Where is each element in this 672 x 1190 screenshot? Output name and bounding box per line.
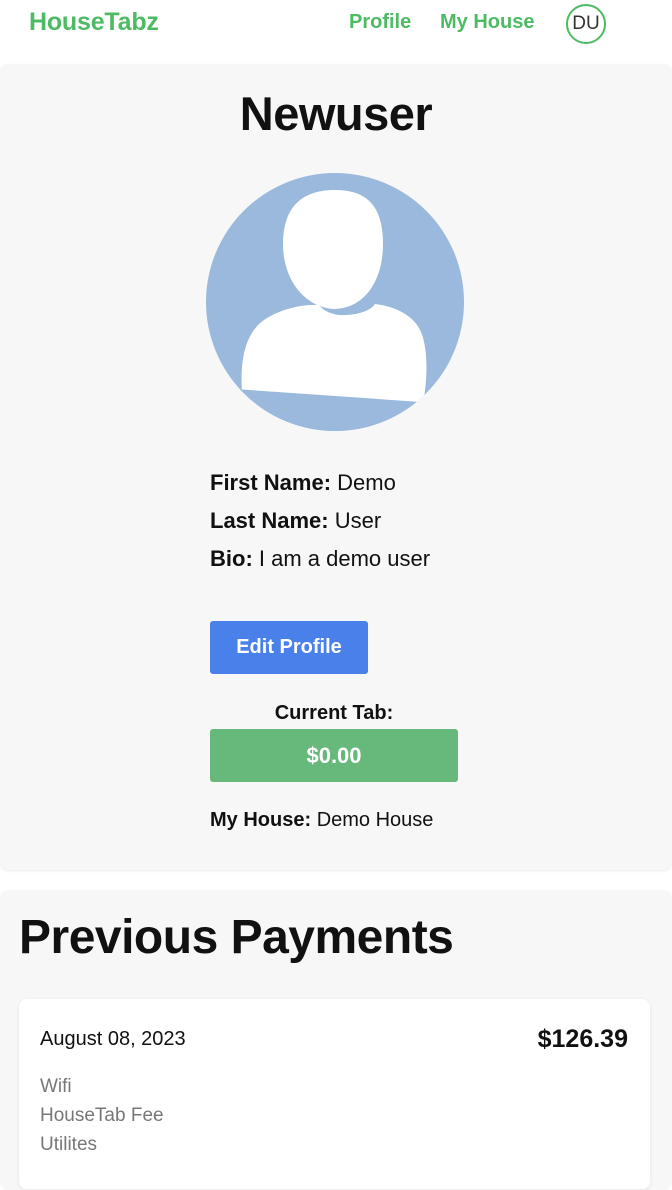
- bio-value: I am a demo user: [258, 546, 431, 571]
- my-house-label: My House:: [210, 809, 312, 831]
- payment-date: August 08, 2023: [40, 1028, 186, 1050]
- user-silhouette-icon: [205, 172, 465, 432]
- payment-total: $126.39: [537, 1025, 628, 1053]
- payments-title: Previous Payments: [19, 911, 454, 964]
- first-name-value: Demo: [337, 470, 396, 495]
- last-name-label: Last Name:: [210, 508, 329, 533]
- payment-bill-item: Utilites: [40, 1134, 98, 1155]
- payment-bill-item: HouseTab Fee: [40, 1105, 164, 1126]
- nav-link-my-house[interactable]: My House: [440, 11, 534, 34]
- profile-username: Newuser: [239, 87, 433, 140]
- my-house-value: Demo House: [316, 809, 434, 831]
- nav-link-profile[interactable]: Profile: [349, 11, 411, 34]
- last-name-row: Last Name: User: [210, 508, 381, 534]
- payment-bill-item: Wifi: [40, 1076, 72, 1097]
- bio-row: Bio: I am a demo user: [210, 546, 430, 572]
- first-name-label: First Name:: [210, 470, 332, 495]
- navbar: HouseTabz Profile My House DU: [0, 0, 672, 48]
- bio-label: Bio:: [210, 546, 253, 571]
- first-name-row: First Name: Demo: [210, 470, 396, 496]
- brand-logo[interactable]: HouseTabz: [29, 8, 159, 37]
- user-avatar-button[interactable]: DU: [566, 4, 606, 44]
- current-tab-amount: $0.00: [210, 729, 458, 782]
- my-house-row: My House: Demo House: [210, 809, 433, 832]
- edit-profile-button[interactable]: Edit Profile: [210, 621, 368, 674]
- payment-card: August 08, 2023 $126.39 Wifi HouseTab Fe…: [19, 999, 650, 1189]
- last-name-value: User: [334, 508, 382, 533]
- current-tab-label: Current Tab:: [274, 702, 394, 724]
- payment-bill-list: Wifi HouseTab Fee Utilites: [40, 1072, 164, 1159]
